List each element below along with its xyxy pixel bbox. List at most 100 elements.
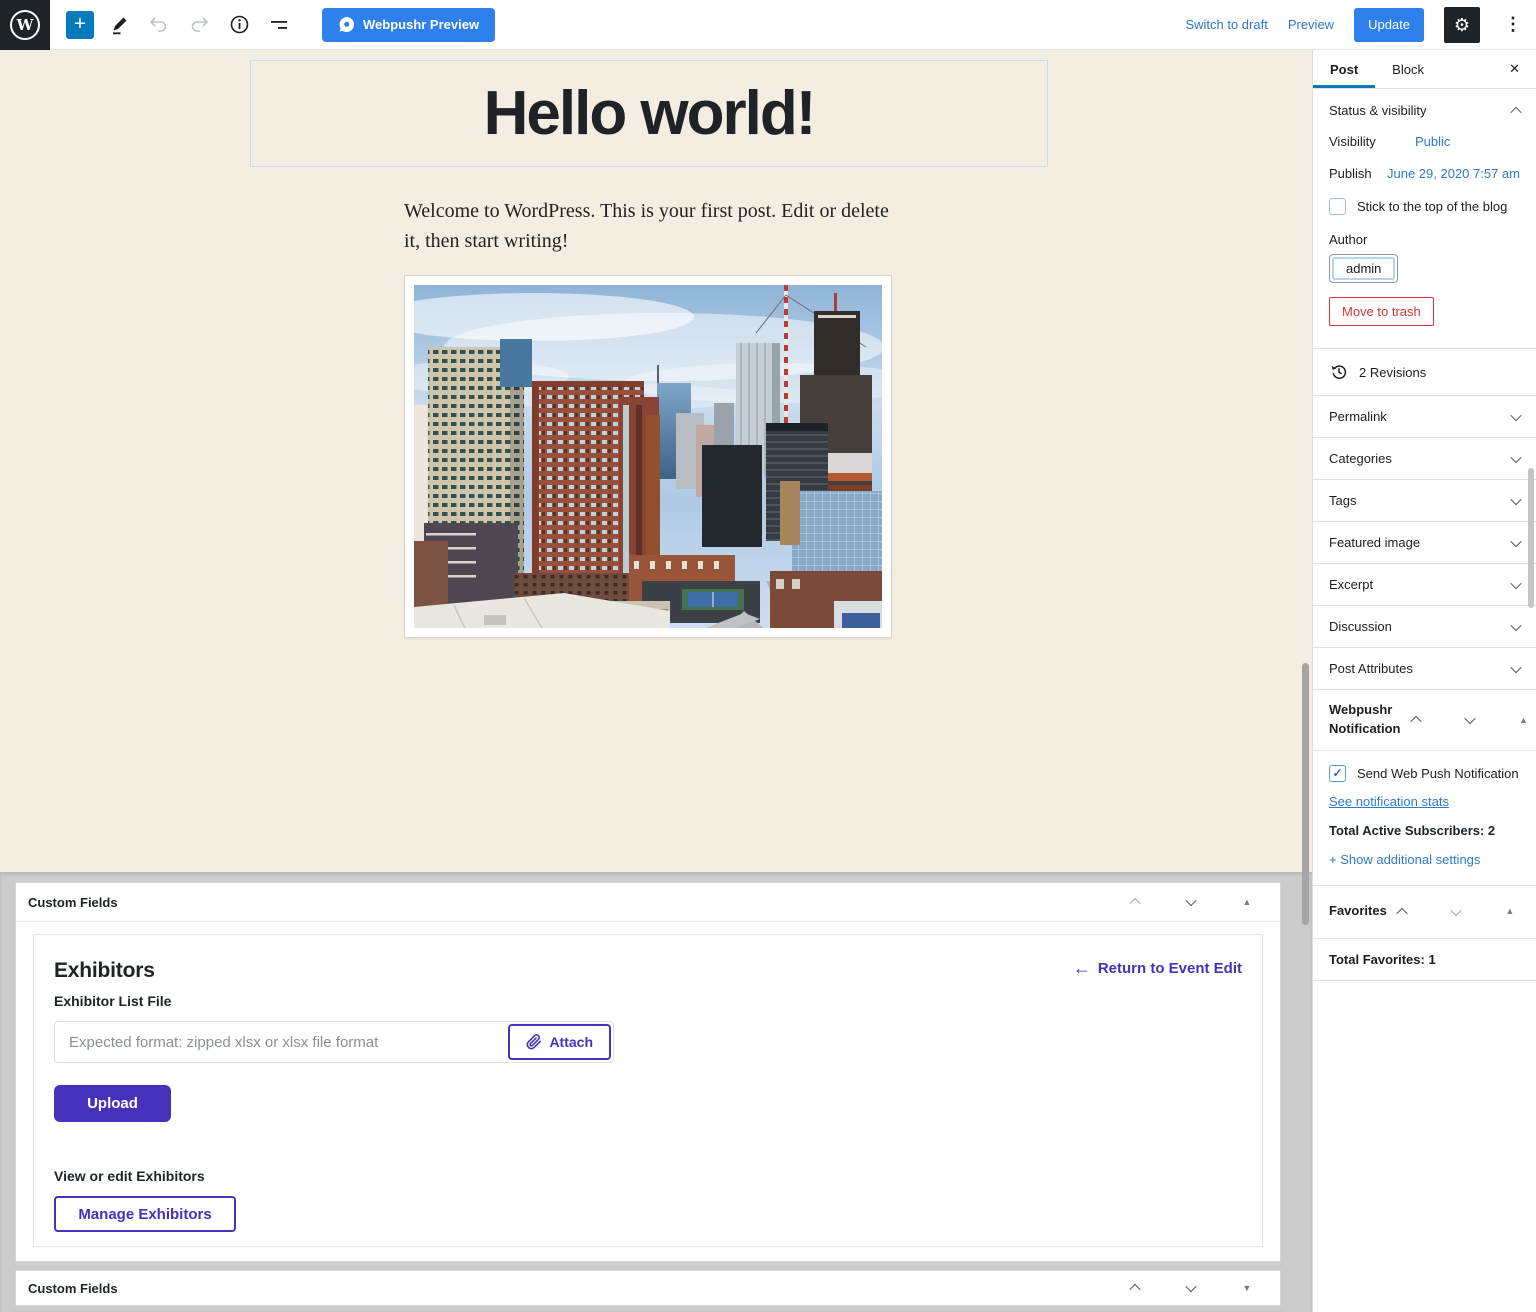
panel-featured-image[interactable]: Featured image <box>1313 522 1536 564</box>
info-icon <box>229 14 250 35</box>
webpushr-preview-label: Webpushr Preview <box>363 17 479 32</box>
total-favorites-text: Total Favorites: 1 <box>1313 939 1536 981</box>
custom-fields-header[interactable]: Custom Fields ▲ <box>16 883 1280 921</box>
send-push-label: Send Web Push Notification <box>1357 766 1519 781</box>
status-visibility-title: Status & visibility <box>1329 103 1427 118</box>
webpushr-toggle-button[interactable]: ▲ <box>1509 705 1536 735</box>
custom-fields-metabox-collapsed: Custom Fields ▼ <box>15 1270 1281 1306</box>
stick-to-top-checkbox[interactable] <box>1329 198 1346 215</box>
stick-to-top-label: Stick to the top of the blog <box>1357 199 1507 214</box>
webpushr-move-up-button[interactable] <box>1401 705 1431 735</box>
custom-fields-header-2[interactable]: Custom Fields ▼ <box>16 1271 1280 1305</box>
favorites-toggle-button[interactable]: ▲ <box>1495 897 1525 927</box>
switch-to-draft-link[interactable]: Switch to draft <box>1185 17 1267 32</box>
panel-tags[interactable]: Tags <box>1313 480 1536 522</box>
chevron-down-icon <box>1464 713 1475 724</box>
metabox-toggle-button[interactable]: ▲ <box>1232 887 1262 917</box>
settings-gear-button[interactable]: ⚙ <box>1444 7 1480 43</box>
panel-post-attributes[interactable]: Post Attributes <box>1313 648 1536 690</box>
add-block-button[interactable]: + <box>66 11 94 39</box>
status-visibility-section: Status & visibility Visibility Public Pu… <box>1313 89 1536 349</box>
history-clock-icon <box>1329 362 1349 382</box>
close-icon: ✕ <box>1509 61 1520 76</box>
metabox-move-down-button[interactable] <box>1176 887 1206 917</box>
sidebar-scrollbar[interactable] <box>1528 468 1534 608</box>
custom-fields-title: Custom Fields <box>28 895 118 910</box>
paperclip-icon <box>526 1034 542 1050</box>
manage-exhibitors-button[interactable]: Manage Exhibitors <box>54 1196 236 1232</box>
tools-pencil-button[interactable] <box>104 10 134 40</box>
editor-canvas: Hello world! Welcome to WordPress. This … <box>0 50 1312 872</box>
update-button[interactable]: Update <box>1354 8 1424 42</box>
panel-discussion[interactable]: Discussion <box>1313 606 1536 648</box>
panel-permalink[interactable]: Permalink <box>1313 396 1536 438</box>
revisions-label: 2 Revisions <box>1359 365 1426 380</box>
exhibitors-panel: Exhibitors ← Return to Event Edit Exhibi… <box>33 934 1263 1247</box>
redo-button[interactable] <box>184 10 214 40</box>
metabox2-move-up-button[interactable] <box>1120 1273 1150 1303</box>
post-image-block[interactable] <box>404 275 892 638</box>
custom-fields-metabox: Custom Fields ▲ Exhibitors ← Return to E… <box>15 882 1281 1262</box>
webpushr-preview-button[interactable]: Webpushr Preview <box>322 8 495 42</box>
upload-button[interactable]: Upload <box>54 1085 171 1122</box>
metabox2-move-down-button[interactable] <box>1176 1273 1206 1303</box>
status-visibility-header[interactable]: Status & visibility <box>1313 89 1536 132</box>
metabox-move-up-button[interactable] <box>1120 887 1150 917</box>
gear-icon: ⚙ <box>1454 15 1470 35</box>
chevron-down-icon <box>1510 493 1521 504</box>
revisions-row[interactable]: 2 Revisions <box>1313 349 1536 396</box>
wordpress-logo-button[interactable]: W <box>0 0 50 50</box>
editor-content-area: Hello world! Welcome to WordPress. This … <box>0 50 1312 1312</box>
webpushr-panel-title: Webpushr Notification <box>1329 701 1401 739</box>
tab-post[interactable]: Post <box>1313 50 1375 88</box>
list-view-button[interactable] <box>264 10 294 40</box>
publish-label: Publish <box>1329 166 1387 181</box>
author-label: Author <box>1329 232 1520 247</box>
post-title-block[interactable]: Hello world! <box>250 60 1048 167</box>
metabox-area: Custom Fields ▲ Exhibitors ← Return to E… <box>0 872 1312 1312</box>
attach-button[interactable]: Attach <box>508 1024 611 1060</box>
chevron-up-icon <box>1129 1284 1140 1295</box>
webpushr-panel-header[interactable]: Webpushr Notification ▲ <box>1313 690 1536 751</box>
preview-link[interactable]: Preview <box>1288 17 1334 32</box>
notification-stats-link[interactable]: See notification stats <box>1329 794 1449 809</box>
visibility-value-link[interactable]: Public <box>1415 134 1450 149</box>
chevron-up-icon <box>1510 106 1521 117</box>
publish-date-link[interactable]: June 29, 2020 7:57 am <box>1387 166 1520 181</box>
return-to-event-edit-link[interactable]: ← Return to Event Edit <box>1073 959 1242 977</box>
author-select[interactable]: admin <box>1329 254 1398 283</box>
panel-excerpt[interactable]: Excerpt <box>1313 564 1536 606</box>
undo-button[interactable] <box>144 10 174 40</box>
webpushr-bubble-icon <box>338 16 355 33</box>
send-push-checkbox[interactable]: ✓ <box>1329 765 1346 782</box>
chevron-down-icon <box>1510 535 1521 546</box>
webpushr-move-down-button[interactable] <box>1455 705 1485 735</box>
favorites-move-down-button[interactable] <box>1441 897 1471 927</box>
total-subscribers-text: Total Active Subscribers: 2 <box>1329 823 1520 838</box>
panel-categories[interactable]: Categories <box>1313 438 1536 480</box>
chevron-down-icon <box>1510 619 1521 630</box>
close-sidebar-button[interactable]: ✕ <box>1503 55 1526 83</box>
metabox2-toggle-button[interactable]: ▼ <box>1232 1273 1262 1303</box>
show-additional-settings-link[interactable]: + Show additional settings <box>1329 852 1480 867</box>
tab-block[interactable]: Block <box>1375 50 1441 88</box>
chevron-down-icon <box>1510 409 1521 420</box>
details-button[interactable] <box>224 10 254 40</box>
move-to-trash-button[interactable]: Move to trash <box>1329 297 1434 326</box>
cityscape-image <box>414 285 882 628</box>
post-paragraph[interactable]: Welcome to WordPress. This is your first… <box>404 196 904 256</box>
webpushr-panel-body: ✓ Send Web Push Notification See notific… <box>1313 751 1536 886</box>
post-title[interactable]: Hello world! <box>484 78 815 149</box>
pencil-icon <box>109 15 129 35</box>
chevron-up-icon <box>1410 716 1421 727</box>
chevron-up-icon <box>1129 898 1140 909</box>
content-scrollbar[interactable] <box>1302 663 1309 925</box>
custom-fields-title-2: Custom Fields <box>28 1281 118 1296</box>
more-options-button[interactable]: ⋮ <box>1500 14 1526 35</box>
favorites-panel-header[interactable]: Favorites ▲ <box>1313 886 1536 939</box>
chevron-down-icon <box>1450 905 1461 916</box>
favorites-move-up-button[interactable] <box>1387 897 1417 927</box>
attach-label: Attach <box>549 1034 593 1050</box>
back-arrow-icon: ← <box>1073 959 1091 977</box>
triangle-down-icon: ▼ <box>1243 1284 1252 1293</box>
